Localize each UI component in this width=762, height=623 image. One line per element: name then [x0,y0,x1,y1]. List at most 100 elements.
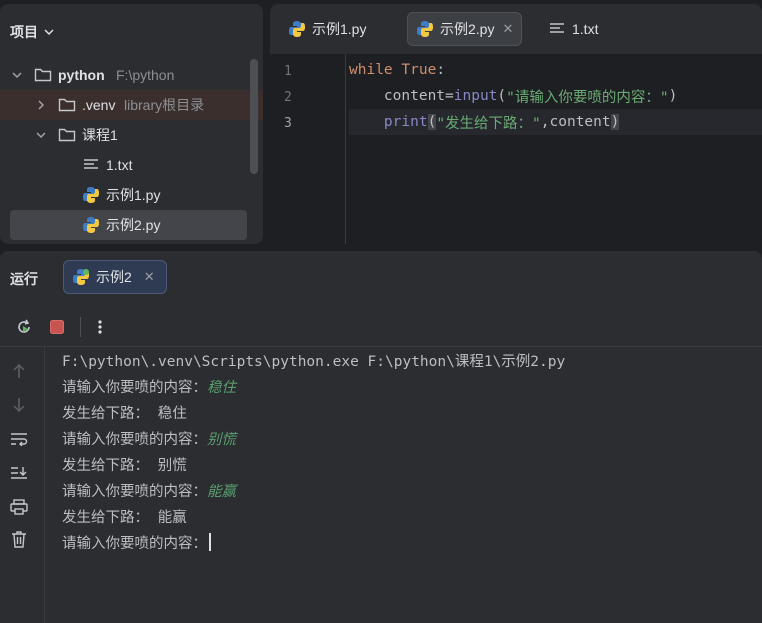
chevron-down-icon [44,29,54,36]
console-line: 请输入你要喷的内容： 稳住 [62,373,236,399]
console-prompt: 请输入你要喷的内容： [62,483,207,500]
tab-label: 示例2.py [440,21,495,37]
toolbar-divider [80,317,81,337]
close-icon[interactable]: ✕ [144,269,155,285]
text-caret [209,533,211,551]
tree-item-path: F:\python [116,67,175,83]
tree-item-venv[interactable]: .venv library根目录 [0,90,263,120]
console-output-value: 稳住 [157,405,187,422]
run-tab-label: 示例2 [96,269,132,285]
code-line-1[interactable]: while True: [349,57,762,83]
console-line: 发生给下路： 稳住 [62,399,187,425]
python-icon [82,186,100,204]
code-constant: True [401,62,437,78]
trash-icon[interactable] [9,529,29,549]
tree-item-label: 示例1.py [106,187,161,203]
code-builtin: print [383,114,428,130]
stop-icon[interactable] [47,317,67,337]
console-command: F:\python\.venv\Scripts\python.exe F:\py… [62,353,566,370]
editor-panel: 示例1.py 示例2.py ✕ 1.txt 1 2 3 while True: … [270,4,762,244]
console-prompt: 请输入你要喷的内容： [62,431,207,448]
arrow-down-icon[interactable] [9,395,29,415]
code-operator: = [445,88,454,104]
console-user-input: 能赢 [207,483,236,500]
arrow-up-icon[interactable] [9,361,29,381]
tree-item-label: .venv [82,97,116,113]
tab-label: 1.txt [572,21,599,37]
console-line: 发生给下路： 能赢 [62,503,187,529]
print-icon[interactable] [9,497,29,517]
tree-item-python-root[interactable]: python F:\python [0,60,263,90]
run-panel-title: 运行 [10,271,38,287]
console-line: 请输入你要喷的内容： 别慌 [62,425,236,451]
code-punct: : [436,62,446,78]
run-config-tab[interactable]: 示例2 ✕ [63,260,167,294]
code-punct: ( [427,114,437,130]
project-header[interactable]: 项目 [10,22,54,42]
line-number: 1 [284,64,292,79]
console-output-prefix: 发生给下路： [62,509,158,526]
tree-item-note: library根目录 [124,97,205,113]
console-command-line: F:\python\.venv\Scripts\python.exe F:\py… [62,347,565,373]
console-user-input: 别慌 [207,431,236,448]
more-options-icon[interactable] [90,317,110,337]
tree-item-label: 课程1 [82,127,118,143]
console-line: 发生给下路： 别慌 [62,451,187,477]
scroll-to-end-icon[interactable] [9,463,29,483]
line-number: 3 [284,116,292,131]
code-keyword: while [349,62,393,78]
code-string: "请输入你要喷的内容：" [506,89,669,106]
project-panel: 项目 python F:\python .venv library根目录 课程1… [0,4,263,244]
tab-example2[interactable]: 示例2.py ✕ [407,12,523,46]
console-prompt: 请输入你要喷的内容： [62,535,207,552]
close-icon[interactable]: ✕ [502,21,513,37]
project-title: 项目 [10,24,38,40]
code-builtin: input [453,88,498,104]
console-output-prefix: 发生给下路： [62,405,158,422]
line-gutter: 1 2 3 [270,54,346,244]
project-scrollbar[interactable] [250,59,258,174]
code-punct: ) [610,114,620,130]
folder-icon [58,96,76,114]
code-punct: ) [668,88,678,104]
chevron-right-icon [38,100,45,110]
tree-item-label: python [58,67,105,83]
tree-item-label: 示例2.py [106,217,161,233]
code-line-2[interactable]: content = input("请输入你要喷的内容：") [349,83,762,109]
console-side-toolbar [0,347,45,623]
chevron-down-icon [12,72,22,79]
chevron-down-icon [36,132,46,139]
python-run-icon [72,268,90,286]
python-icon [288,20,306,38]
text-file-icon [548,20,566,38]
run-toolbar [0,307,762,347]
code-punct: ( [497,88,507,104]
code-identifier: content [383,88,446,104]
tree-item-example1[interactable]: 示例1.py [0,180,263,210]
tab-label: 示例1.py [312,21,367,37]
folder-icon [58,126,76,144]
console-line: 请输入你要喷的内容： 能赢 [62,477,236,503]
tree-item-example2[interactable]: 示例2.py [10,210,247,240]
console-input-line[interactable]: 请输入你要喷的内容： [62,529,211,555]
code-line-3[interactable]: print("发生给下路：" ,content) [349,109,762,135]
code-identifier: ,content [540,114,611,130]
run-panel: 运行 示例2 ✕ F:\python\.venv\Scripts\python.… [0,251,762,623]
console-output-value: 能赢 [157,509,187,526]
tab-example1[interactable]: 示例1.py [280,12,374,46]
line-number: 2 [284,90,292,105]
python-icon [416,20,434,38]
console-output-value: 别慌 [157,457,187,474]
console-prompt: 请输入你要喷的内容： [62,379,207,396]
folder-icon [34,66,52,84]
tab-txt[interactable]: 1.txt [540,12,606,46]
tree-item-label: 1.txt [106,157,133,173]
soft-wrap-icon[interactable] [9,429,29,449]
code-string: "发生给下路：" [436,115,541,132]
editor-tab-bar: 示例1.py 示例2.py ✕ 1.txt [270,4,762,54]
rerun-icon[interactable] [14,317,34,337]
tree-item-course1[interactable]: 课程1 [0,120,263,150]
tree-item-txt[interactable]: 1.txt [0,150,263,180]
